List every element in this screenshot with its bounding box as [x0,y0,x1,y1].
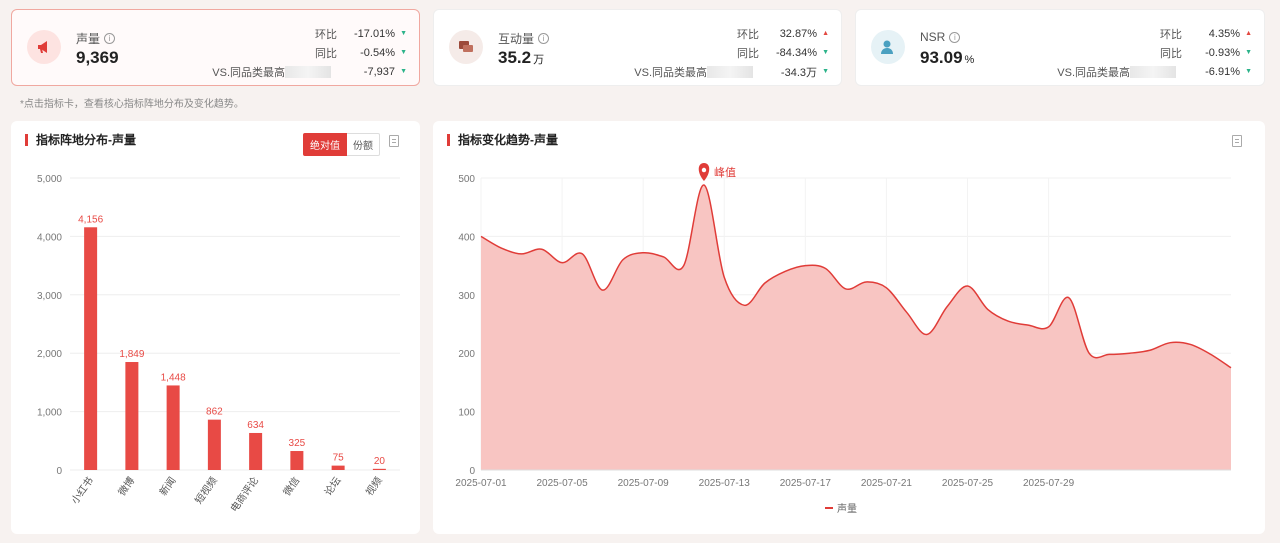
card-value: 93.09 [920,48,963,67]
y-tick-label: 200 [458,349,475,360]
x-tick-label: 2025-07-29 [1023,478,1075,489]
x-tick-label: 2025-07-01 [455,478,507,489]
info-icon[interactable]: i [538,33,550,44]
peak-marker-dot [701,167,707,173]
peak-label: 峰值 [714,166,736,179]
x-tick-label: 2025-07-17 [780,478,832,489]
arrow-down-icon: ▼ [400,68,407,75]
y-tick-label: 5,000 [37,174,62,185]
card-value: 35.2 [498,48,532,67]
distribution-panel: 指标阵地分布-声量 绝对值 份额 0 1,000 2,000 3,000 4,000 5,… [11,121,420,534]
bar-chart: 0 1,000 2,000 3,000 4,000 5,000 4,156 小红书 1,849 微… [37,174,400,514]
x-category-label: 微博 [115,474,137,498]
arrow-down-icon: ▼ [822,49,829,56]
bar [331,465,345,470]
x-tick-label: 2025-07-09 [618,478,670,489]
card-value: 9,369 [76,48,119,67]
trend-panel: 指标变化趋势-声量 0 100 200 300 400 500 2025-07-01 2025… [433,121,1265,534]
card-metrics: 环比 4.35% ▲ 同比 -0.93% ▼ VS.同品类最高 -6.91% ▼ [1057,27,1252,79]
redacted-brand [707,65,753,78]
card-metrics: 环比 -17.01% ▼ 同比 -0.54% ▼ VS.同品类最高 -7,937 ▼ [212,27,407,79]
y-tick-label: 2,000 [37,349,62,360]
bar [207,419,221,470]
card-title: NSR [920,30,946,44]
card-title: 声量 [76,32,101,46]
x-tick-label: 2025-07-13 [699,478,751,489]
x-category-label: 电商评论 [227,474,261,514]
bar-value-label: 75 [333,453,345,464]
metric-card-interaction[interactable]: 互动量 i 35.2 万 环比 32.87% ▲ 同比 -84.34% ▼ VS.同品类最高… [433,9,842,86]
x-category-label: 新闻 [156,474,178,498]
bar-value-label: 20 [374,456,386,467]
bar [84,227,98,470]
y-tick-label: 1,000 [37,408,62,419]
y-tick-label: 0 [469,466,475,477]
area-chart: 0 100 200 300 400 500 2025-07-01 2025-07-05 2025… [455,163,1232,515]
bar [290,451,304,470]
info-icon[interactable]: i [949,31,961,43]
arrow-up-icon: ▲ [822,30,829,37]
redacted-brand [285,65,331,78]
bar-value-label: 325 [289,438,306,449]
x-category-label: 微信 [280,474,302,498]
arrow-down-icon: ▼ [400,30,407,37]
megaphone-icon [27,30,61,64]
x-tick-label: 2025-07-21 [861,478,913,489]
x-tick-label: 2025-07-25 [942,478,994,489]
arrow-down-icon: ▼ [1245,49,1252,56]
redacted-brand [1130,65,1176,78]
hint-text: *点击指标卡，查看核心指标阵地分布及变化趋势。 [20,99,244,110]
chat-icon [449,30,483,64]
bar [372,468,386,470]
arrow-down-icon: ▼ [822,68,829,75]
y-tick-label: 400 [458,232,475,243]
bar-value-label: 1,849 [119,349,144,360]
y-tick-label: 300 [458,291,475,302]
x-category-label: 小红书 [68,474,96,506]
y-tick-label: 500 [458,174,475,185]
arrow-down-icon: ▼ [1245,68,1252,75]
bar-value-label: 634 [247,420,264,431]
y-tick-label: 100 [458,408,475,419]
bar-value-label: 1,448 [161,372,186,383]
arrow-down-icon: ▼ [400,49,407,56]
card-metrics: 环比 32.87% ▲ 同比 -84.34% ▼ VS.同品类最高 -34.3万 ▼ [634,27,829,79]
bar-value-label: 862 [206,407,223,418]
card-title: 互动量 [498,32,535,46]
x-tick-label: 2025-07-05 [537,478,589,489]
bar [166,385,180,470]
info-icon[interactable]: i [104,33,116,44]
user-icon [871,30,905,64]
x-category-label: 短视频 [192,474,220,506]
arrow-up-icon: ▲ [1245,30,1252,37]
metric-card-volume[interactable]: 声量 i 9,369 环比 -17.01% ▼ 同比 -0.54% ▼ VS.同品类最高 -… [11,9,420,86]
bar [249,432,263,470]
y-tick-label: 0 [56,466,62,477]
legend-label: 声量 [837,502,857,515]
metric-card-nsr[interactable]: NSR i 93.09% 环比 4.35% ▲ 同比 -0.93% ▼ VS.同品类最高 -… [855,9,1265,86]
x-category-label: 论坛 [321,474,343,498]
x-category-label: 视频 [363,474,385,498]
y-tick-label: 3,000 [37,291,62,302]
bar [125,362,139,470]
area-fill [481,184,1231,470]
y-tick-label: 4,000 [37,232,62,243]
bar-value-label: 4,156 [78,214,103,225]
